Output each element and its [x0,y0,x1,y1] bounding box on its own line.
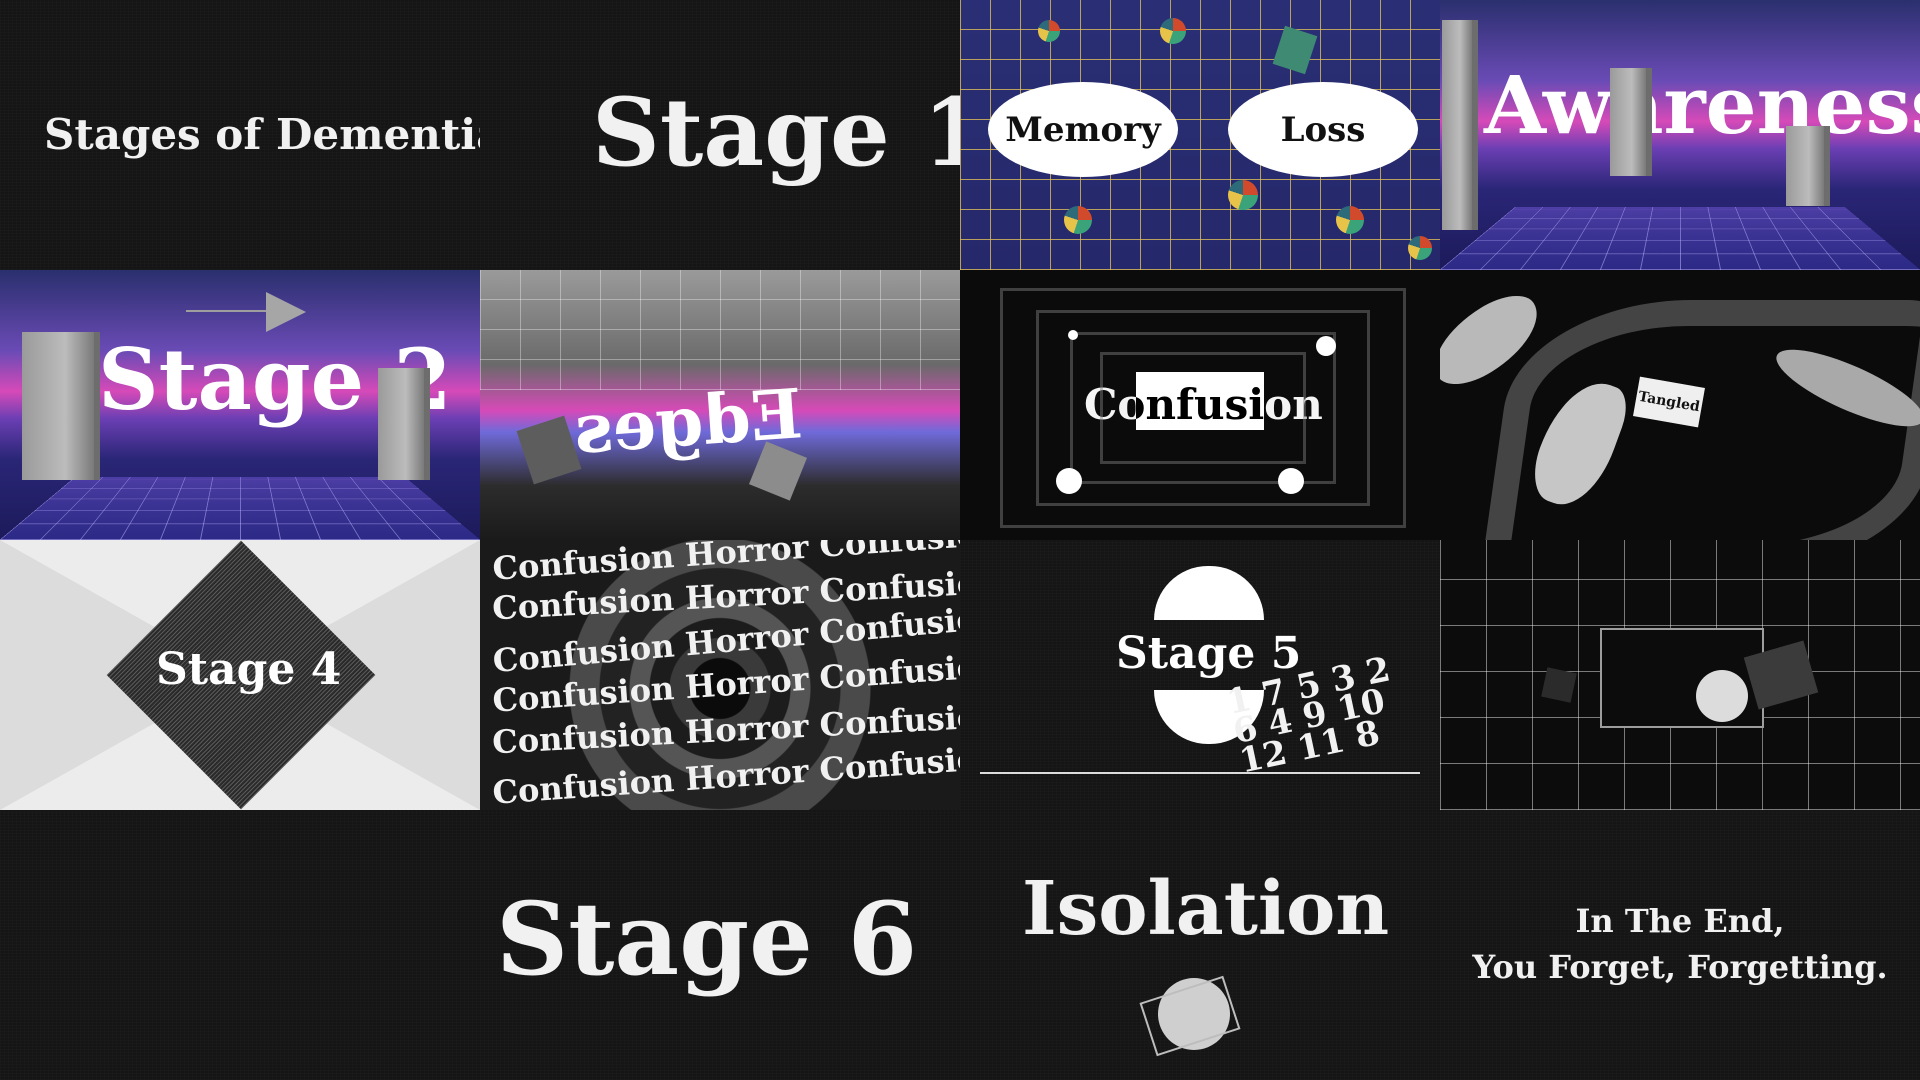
eye-shape-left: Memory [988,82,1178,177]
wireframe-shape [1139,975,1241,1057]
floating-sphere [1408,236,1432,260]
closing-line-1: In The End, [1575,902,1785,940]
tile-isolation: Isolation [960,810,1440,1080]
grid-floor [0,477,480,540]
tile-stage-4: Stage 4 [0,540,480,810]
floating-sphere [1336,206,1364,234]
marker-dot [1316,336,1336,356]
closing-line-2: You Forget, Forgetting. [1472,948,1888,986]
tile-stage-6: Stage 6 [480,810,960,1080]
tile-confusion-horror: Confusion Horror Confusion Confusion Hor… [480,540,960,810]
gray-pillar [1786,126,1824,206]
floating-cube [1541,667,1577,703]
floating-sphere [1228,180,1258,210]
tile-memory-loss: Memory Loss [960,0,1440,270]
gray-pillar [378,368,424,480]
tile-awareness: Awareness [1440,0,1920,270]
gray-pillar [1610,68,1646,176]
marker-dot [1068,330,1078,340]
tile-title: Stage 6 [496,880,918,998]
tile-title: Tangled [1637,388,1701,416]
tile-title: Awareness [1484,58,1920,152]
tile-edges: Edges [480,270,960,540]
tile-grid-room [1440,540,1920,810]
tile-in-the-end: In The End, You Forget, Forgetting. [1440,810,1920,1080]
sphere [1696,670,1748,722]
marker-dot [1056,468,1082,494]
tile-title: Isolation [1022,866,1390,952]
tile-title: Stage 1 [592,78,960,188]
half-circle-top [1154,566,1264,620]
floating-cube [516,415,582,485]
warped-tunnel [1480,300,1920,540]
grid-floor [1440,207,1920,270]
storyboard-grid: Stages of Dementia Stage 1 Memory Loss A… [0,0,1920,1080]
grid-ceiling [480,270,960,390]
eye-label-right: Loss [1280,109,1366,150]
baseline-rule [980,772,1420,774]
tile-title: Stage 4 [156,644,342,695]
tile-stage-5: Stage 5 1 7 5 3 2 6 4 9 10 12 11 8 [960,540,1440,810]
tile-stages-of-dementia: Stages of Dementia [0,0,480,270]
tile-title: Stage 5 [1116,628,1302,679]
marker-dot [1278,468,1304,494]
gray-pillar [1442,20,1472,230]
floating-sphere [1038,20,1060,42]
tile-title: Stages of Dementia [44,110,480,159]
gray-pillar [22,332,94,480]
eye-shape-right: Loss [1228,82,1418,177]
floating-sphere [1064,206,1092,234]
tile-stage-2: Stage 2 [0,270,480,540]
floating-cube [1272,25,1318,75]
tile-tangled: Tangled [1440,270,1920,540]
tile-title: Confusion [1084,380,1323,429]
tile-stage-1: Stage 1 [480,0,960,270]
tile-blank [0,810,480,1080]
tile-confusion: Confusion [960,270,1440,540]
floating-sphere [1160,18,1186,44]
arrow-shaft [186,310,266,312]
eye-label-left: Memory [1005,109,1161,150]
arrow-head-icon [266,292,306,332]
